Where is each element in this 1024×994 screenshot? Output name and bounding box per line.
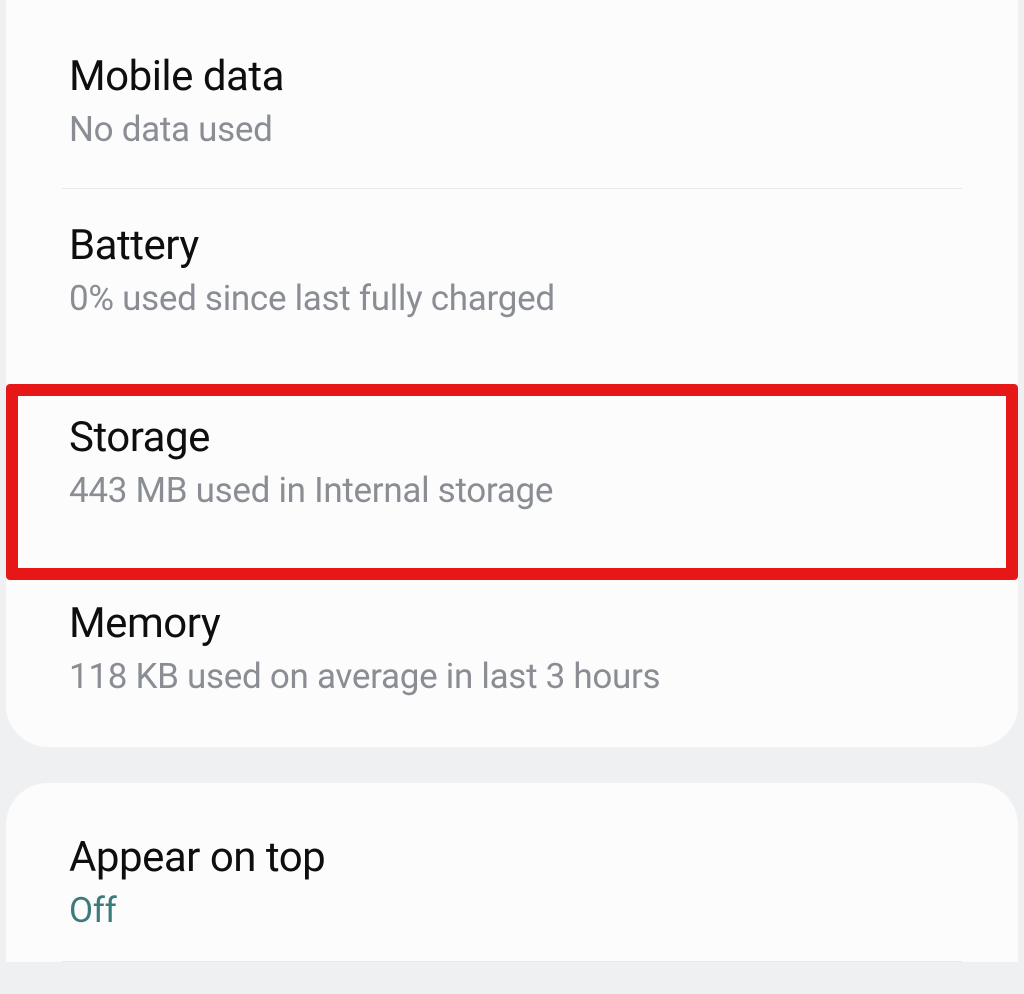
mobile-data-subtitle: No data used [69,109,955,150]
memory-title: Memory [69,599,955,648]
memory-subtitle: 118 KB used on average in last 3 hours [69,656,955,697]
permissions-card: Appear on top Off [6,783,1018,962]
storage-title: Storage [69,413,955,462]
usage-card: Mobile data No data used Battery 0% used… [6,0,1018,747]
storage-subtitle: 443 MB used in Internal storage [69,470,955,511]
battery-title: Battery [69,221,955,270]
card-spacer [0,747,1024,783]
appear-on-top-title: Appear on top [69,833,955,882]
battery-subtitle: 0% used since last fully charged [69,278,955,319]
memory-item[interactable]: Memory 118 KB used on average in last 3 … [6,567,1018,747]
appear-on-top-subtitle: Off [69,890,955,931]
appear-on-top-item[interactable]: Appear on top Off [6,783,1018,961]
mobile-data-item[interactable]: Mobile data No data used [6,0,1018,188]
storage-item[interactable]: Storage 443 MB used in Internal storage [6,357,1018,567]
mobile-data-title: Mobile data [69,52,955,101]
divider [62,961,962,962]
battery-item[interactable]: Battery 0% used since last fully charged [6,189,1018,357]
